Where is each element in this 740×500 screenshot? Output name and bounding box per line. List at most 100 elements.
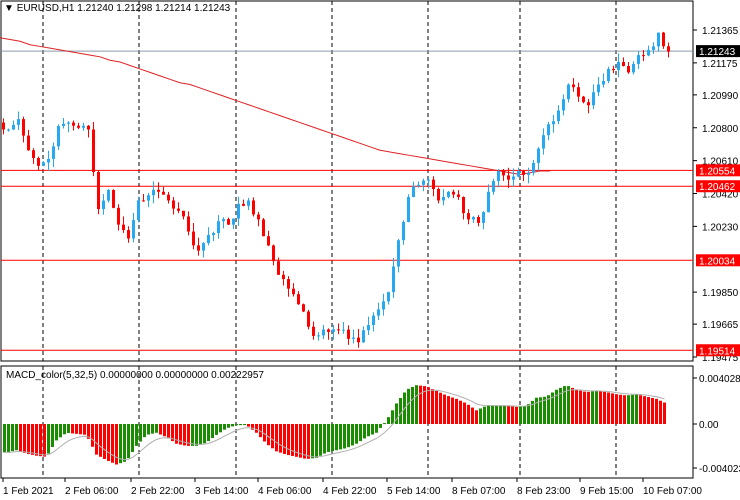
macd-histogram-bar bbox=[367, 424, 370, 437]
macd-y-tick-label: -0.004023 bbox=[699, 464, 740, 475]
candle-body bbox=[627, 66, 630, 73]
macd-histogram-bar bbox=[379, 424, 382, 428]
candle-body bbox=[22, 119, 25, 136]
macd-values: 0.00000000 0.00000000 0.00222957 bbox=[99, 370, 264, 381]
candle-body bbox=[612, 68, 615, 71]
candle-body bbox=[377, 309, 380, 316]
macd-histogram-bar bbox=[207, 424, 210, 442]
candle-body bbox=[272, 245, 275, 262]
macd-histogram-bar bbox=[351, 424, 354, 446]
candle-body bbox=[102, 200, 105, 210]
macd-histogram-bar bbox=[147, 424, 150, 435]
candle-body bbox=[662, 32, 665, 47]
macd-histogram-bar bbox=[55, 424, 58, 441]
macd-histogram-bar bbox=[383, 423, 386, 425]
macd-histogram-bar bbox=[455, 398, 458, 424]
candle-body bbox=[142, 200, 145, 202]
candle-body bbox=[12, 124, 15, 130]
x-tick-label: 5 Feb 14:00 bbox=[387, 486, 441, 497]
candle-body bbox=[447, 191, 450, 197]
macd-histogram-bar bbox=[419, 385, 422, 424]
candle-body bbox=[212, 233, 215, 236]
collapse-arrow-icon[interactable]: ▼ bbox=[4, 3, 14, 14]
macd-histogram-bar bbox=[195, 424, 198, 446]
candle-body bbox=[577, 87, 580, 97]
macd-histogram-bar bbox=[635, 394, 638, 424]
candle-body bbox=[317, 335, 320, 337]
macd-histogram-bar bbox=[647, 397, 650, 424]
macd-histogram-bar bbox=[371, 424, 374, 435]
macd-histogram-bar bbox=[587, 391, 590, 424]
macd-histogram-bar bbox=[611, 393, 614, 424]
macd-histogram-bar bbox=[499, 405, 502, 424]
candle-body bbox=[42, 162, 45, 166]
candle-body bbox=[642, 55, 645, 57]
candle-body bbox=[147, 195, 150, 201]
candle-body bbox=[302, 304, 305, 312]
x-tick-label: 4 Feb 06:00 bbox=[258, 486, 312, 497]
candle-body bbox=[37, 158, 40, 166]
candle-body bbox=[2, 122, 5, 130]
macd-histogram-bar bbox=[439, 392, 442, 424]
macd-histogram-bar bbox=[95, 424, 98, 455]
candle-body bbox=[62, 123, 65, 127]
candle-body bbox=[332, 329, 335, 332]
macd-histogram-bar bbox=[343, 424, 346, 449]
candle-body bbox=[112, 190, 115, 208]
candle-body bbox=[52, 146, 55, 159]
candle-body bbox=[82, 125, 85, 128]
candle-body bbox=[637, 55, 640, 64]
macd-histogram-bar bbox=[627, 395, 630, 424]
candle-body bbox=[347, 329, 350, 339]
macd-histogram-bar bbox=[355, 424, 358, 444]
macd-histogram-bar bbox=[579, 390, 582, 424]
candle-body bbox=[322, 329, 325, 336]
macd-histogram-bar bbox=[99, 424, 102, 457]
candle-body bbox=[222, 219, 225, 222]
macd-histogram-bar bbox=[215, 424, 218, 435]
ohlc-values: 1.21240 1.21298 1.21214 1.21243 bbox=[77, 3, 231, 14]
candle-body bbox=[242, 203, 245, 206]
macd-histogram-bar bbox=[159, 424, 162, 435]
macd-histogram-bar bbox=[275, 424, 278, 452]
candle-body bbox=[477, 217, 480, 223]
candle-body bbox=[667, 46, 670, 52]
macd-histogram-bar bbox=[359, 424, 362, 442]
macd-histogram-bar bbox=[31, 424, 34, 455]
candle-body bbox=[527, 172, 530, 175]
candle-body bbox=[132, 220, 135, 239]
candle-body bbox=[382, 301, 385, 310]
candle-body bbox=[617, 62, 620, 71]
macd-histogram-bar bbox=[139, 424, 142, 442]
candle-body bbox=[472, 217, 475, 220]
candle-body bbox=[162, 191, 165, 195]
macd-histogram-bar bbox=[511, 406, 514, 424]
macd-histogram-bar bbox=[583, 391, 586, 424]
candle-body bbox=[207, 235, 210, 244]
macd-y-tick-label: 0.00 bbox=[699, 420, 719, 431]
candle-body bbox=[337, 329, 340, 331]
macd-histogram-bar bbox=[255, 424, 258, 433]
macd-histogram-bar bbox=[247, 424, 250, 427]
macd-histogram-bar bbox=[375, 424, 378, 433]
candle-body bbox=[432, 179, 435, 190]
candle-body bbox=[512, 176, 515, 180]
macd-histogram-bar bbox=[111, 424, 114, 463]
candle-body bbox=[542, 135, 545, 149]
macd-histogram-bar bbox=[643, 396, 646, 424]
macd-histogram-bar bbox=[631, 394, 634, 424]
candle-body bbox=[277, 261, 280, 275]
macd-histogram-bar bbox=[143, 424, 146, 438]
macd-histogram-bar bbox=[515, 406, 518, 424]
x-tick-label: 8 Feb 07:00 bbox=[452, 486, 506, 497]
macd-histogram-bar bbox=[607, 392, 610, 424]
chart-canvas[interactable]: 1.213651.211751.209901.208001.206101.204… bbox=[0, 0, 740, 500]
macd-histogram-bar bbox=[279, 424, 282, 453]
macd-histogram-bar bbox=[319, 424, 322, 456]
macd-histogram-bar bbox=[323, 424, 326, 454]
macd-y-tick-label: 0.0040289 bbox=[699, 374, 740, 385]
macd-histogram-bar bbox=[655, 398, 658, 424]
macd-histogram-bar bbox=[663, 402, 666, 424]
macd-histogram-bar bbox=[283, 424, 286, 454]
candle-body bbox=[117, 207, 120, 225]
